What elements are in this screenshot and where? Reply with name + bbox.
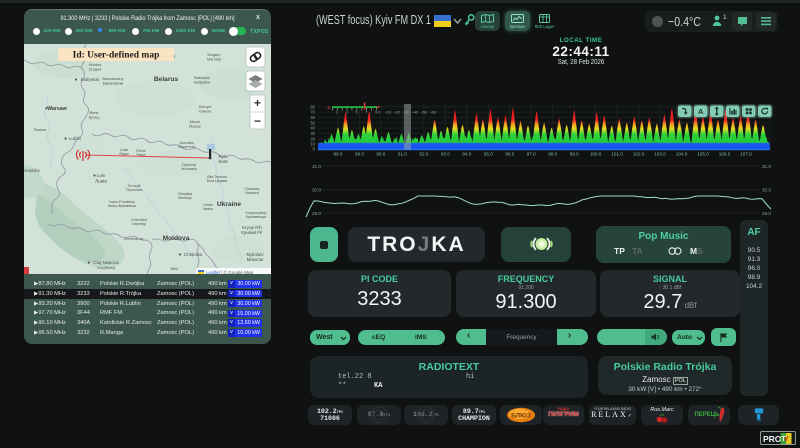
svg-text:Radom: Radom (34, 128, 46, 132)
svg-text:Миколаї: Миколаї (247, 257, 264, 262)
svg-text:Коростень: Коростень (178, 145, 195, 149)
svg-text:7: 7 (365, 111, 367, 115)
svg-text:103.0: 103.0 (654, 152, 666, 157)
svg-text:Cluj-Napoca: Cluj-Napoca (93, 260, 119, 265)
svg-text:30.0: 30.0 (762, 188, 771, 193)
svg-text:0: 0 (312, 147, 315, 152)
svg-text:Id: User-defined map: Id: User-defined map (73, 51, 160, 61)
svg-text:T: T (781, 436, 786, 443)
svg-text:Baranavichy: Baranavichy (103, 77, 124, 81)
svg-text:102.0: 102.0 (633, 152, 645, 157)
svg-text:Чернівці: Чернівці (132, 222, 146, 226)
svg-text:Вінниця: Вінниця (178, 196, 191, 200)
svg-text:89.0: 89.0 (355, 152, 364, 157)
svg-text:88.0: 88.0 (334, 152, 343, 157)
svg-text:5: 5 (356, 111, 358, 115)
svg-text:70: 70 (310, 110, 315, 115)
svg-text:+: + (254, 96, 261, 110)
svg-text:104.0: 104.0 (676, 152, 688, 157)
svg-text:29.0: 29.0 (312, 211, 321, 216)
svg-text:Гродна: Гродна (89, 68, 102, 72)
svg-text:9: 9 (375, 111, 377, 115)
svg-text:60: 60 (310, 115, 315, 120)
svg-text:92.0: 92.0 (419, 152, 428, 157)
svg-text:Warsaw: Warsaw (47, 106, 67, 112)
svg-text:105.0: 105.0 (697, 152, 709, 157)
svg-text:Homyel: Homyel (199, 105, 212, 109)
svg-text:100.0: 100.0 (590, 152, 602, 157)
svg-text:Мазыр: Мазыр (189, 125, 201, 129)
svg-text:Ukraine: Ukraine (217, 201, 242, 208)
svg-text:Chișinău: Chișinău (184, 252, 203, 258)
svg-text:Біла Церква: Біла Церква (207, 179, 227, 183)
svg-text:95.0: 95.0 (484, 152, 493, 157)
svg-text:31.0: 31.0 (312, 164, 321, 169)
svg-text:107.0: 107.0 (740, 152, 752, 157)
svg-text:Тернопіль: Тернопіль (126, 188, 143, 192)
svg-text:Бабруйск: Бабруйск (194, 81, 211, 85)
svg-text:+20: +20 (394, 111, 400, 115)
svg-text:Mazyr: Mazyr (190, 120, 201, 124)
svg-text:Кривий Ріг: Кривий Ріг (241, 230, 263, 235)
svg-text:fm: fm (757, 418, 761, 422)
svg-text:98.0: 98.0 (548, 152, 557, 157)
svg-text:Bălți: Bălți (171, 267, 178, 271)
svg-text:106.0: 106.0 (719, 152, 731, 157)
svg-text:Івано-Франківськ: Івано-Франківськ (108, 204, 137, 208)
svg-text:Черкаси: Черкаси (245, 191, 259, 195)
svg-text:Кропивницьк: Кропивницьк (246, 215, 267, 219)
svg-text:Chernivtsi obl.: Chernivtsi obl. (124, 237, 144, 241)
svg-text:50: 50 (310, 120, 315, 125)
svg-text:S: S (327, 105, 330, 110)
svg-text:20: 20 (310, 136, 315, 141)
svg-text:30.0: 30.0 (312, 188, 321, 193)
svg-text:Умань: Умань (203, 207, 214, 211)
svg-text:Mogilev: Mogilev (207, 53, 220, 57)
svg-text:+40: +40 (412, 111, 418, 115)
svg-text:0: 0 (378, 111, 380, 115)
svg-text:Moldova: Moldova (163, 235, 190, 242)
svg-text:Гомель: Гомель (199, 110, 212, 114)
svg-text:| © Google Map: | © Google Map (221, 269, 254, 274)
svg-text:Leaflet: Leaflet (206, 270, 221, 274)
svg-text:Брэсц: Брэсц (89, 116, 100, 120)
svg-text:91.0: 91.0 (398, 152, 407, 157)
svg-text:A: A (698, 107, 704, 116)
svg-text:80: 80 (310, 104, 315, 109)
svg-text:101.0: 101.0 (611, 152, 623, 157)
svg-text:+50: +50 (421, 111, 427, 115)
svg-text:Cluj (Mureș): Cluj (Mureș) (97, 266, 115, 270)
svg-text:+60: +60 (430, 111, 436, 115)
svg-text:Lviv: Lviv (97, 173, 106, 179)
svg-text:3: 3 (346, 111, 348, 115)
svg-text:Kraków: Kraków (24, 168, 40, 173)
svg-text:29.0: 29.0 (762, 211, 771, 216)
svg-text:Babruysk: Babruysk (194, 76, 210, 80)
svg-text:90.0: 90.0 (376, 152, 385, 157)
svg-text:99.0: 99.0 (570, 152, 579, 157)
svg-text:−: − (254, 114, 261, 128)
svg-text:Магілёў: Магілёў (207, 58, 221, 62)
svg-text:Brest: Brest (90, 111, 100, 115)
svg-text:Lublin: Lublin (69, 136, 82, 141)
svg-text:97.0: 97.0 (527, 152, 536, 157)
svg-text:Belarus: Belarus (154, 76, 179, 83)
svg-text:Hrodna: Hrodna (89, 63, 102, 67)
svg-text:Баранавічы: Баранавічы (103, 82, 124, 86)
svg-text:40: 40 (310, 126, 315, 131)
svg-text:94.0: 94.0 (462, 152, 471, 157)
svg-text:1: 1 (336, 111, 338, 115)
svg-text:Житомир: Житомир (181, 167, 196, 171)
svg-text:Львів: Львів (95, 179, 107, 185)
svg-text:БЛЮЗ: БЛЮЗ (511, 413, 531, 420)
svg-text:+10: +10 (385, 111, 391, 115)
svg-text:96.0: 96.0 (505, 152, 514, 157)
svg-text:Київ: Київ (218, 159, 228, 165)
svg-text:31.0: 31.0 (762, 164, 771, 169)
svg-text:93.0: 93.0 (441, 152, 450, 157)
svg-text:+30: +30 (403, 111, 409, 115)
svg-text:30: 30 (310, 131, 315, 136)
svg-text:Białystok: Białystok (81, 77, 100, 82)
